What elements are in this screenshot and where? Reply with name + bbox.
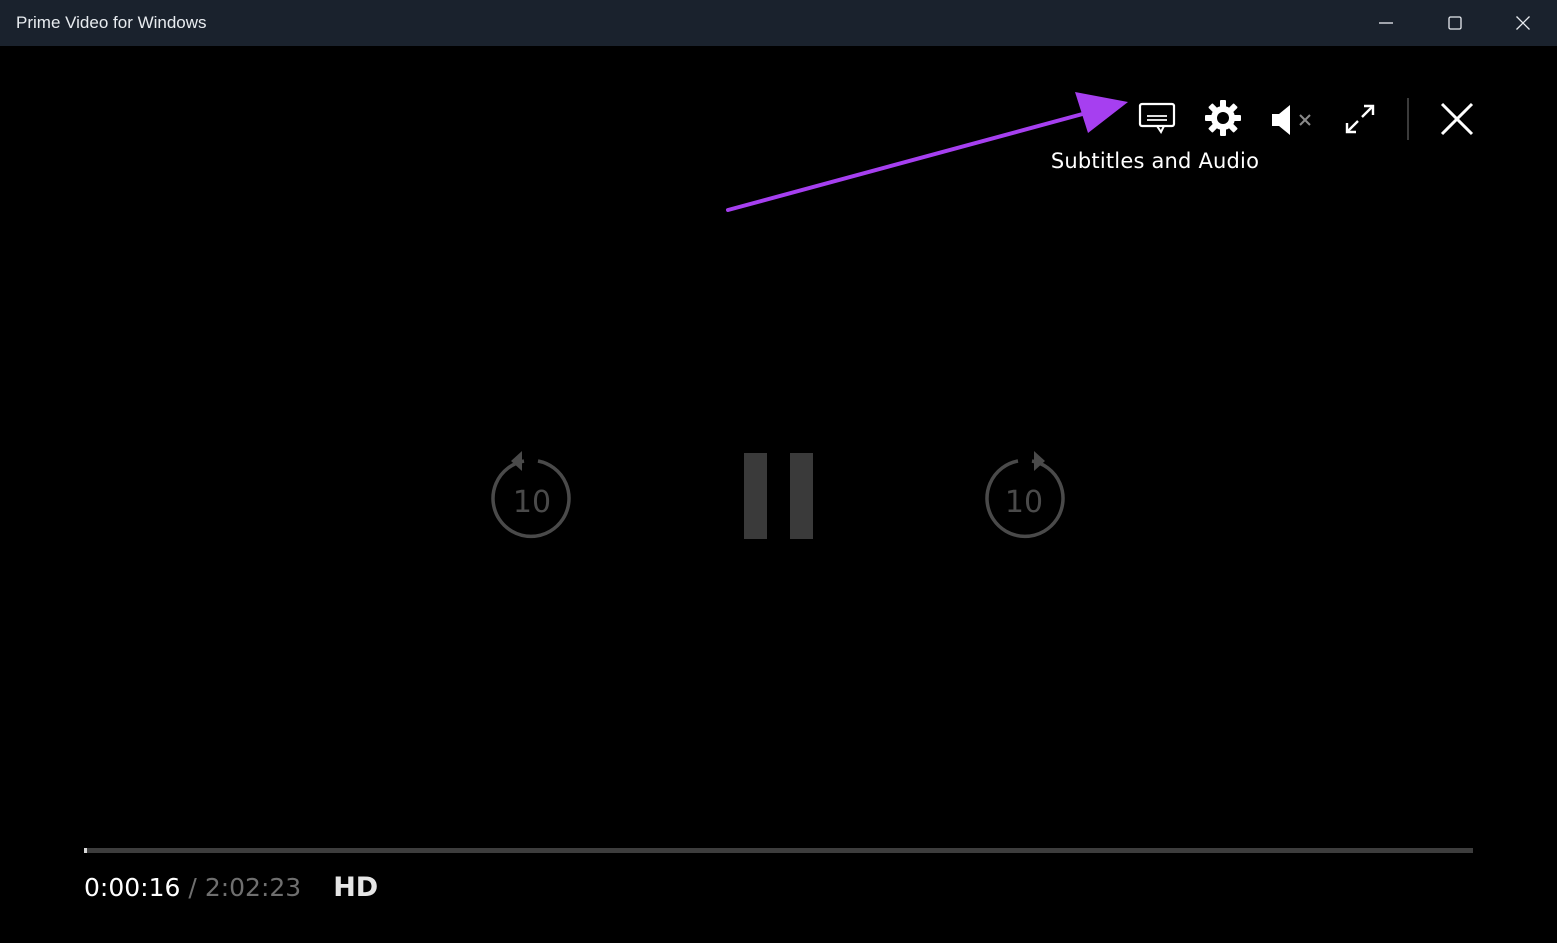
current-time: 0:00:16 [84, 873, 181, 902]
close-window-button[interactable] [1500, 0, 1546, 46]
progress-bar[interactable] [84, 848, 1473, 853]
fullscreen-button[interactable] [1337, 98, 1383, 140]
rewind-label: 10 [513, 485, 551, 520]
forward-label: 10 [1005, 485, 1043, 520]
video-player[interactable]: Subtitles and Audio 10 10 0:00:16 / 2:02… [0, 46, 1557, 943]
maximize-button[interactable] [1432, 0, 1478, 46]
minimize-icon [1379, 22, 1393, 24]
tooltip: Subtitles and Audio [1050, 149, 1260, 173]
exit-player-button[interactable] [1433, 96, 1481, 142]
progress-fill [84, 848, 87, 853]
forward-10-button[interactable]: 10 [979, 449, 1069, 543]
subtitles-icon [1138, 102, 1176, 134]
title-bar: Prime Video for Windows [0, 0, 1557, 46]
quality-badge: HD [333, 872, 379, 903]
pause-icon [744, 453, 813, 539]
time-separator: / [188, 873, 197, 902]
rewind-icon: 10 [491, 451, 571, 539]
gear-icon [1205, 100, 1241, 136]
total-time: 2:02:23 [204, 873, 302, 902]
time-display: 0:00:16 / 2:02:23 HD [84, 872, 378, 904]
maximize-icon [1448, 16, 1462, 30]
app-window: Prime Video for Windows Subtitles and Au… [0, 0, 1557, 943]
mute-button[interactable] [1266, 98, 1318, 142]
window-title: Prime Video for Windows [16, 13, 207, 32]
settings-button[interactable] [1199, 94, 1247, 142]
close-icon [1516, 16, 1530, 30]
expand-icon [1345, 104, 1375, 134]
volume-muted-icon [1272, 105, 1311, 135]
subtitles-button[interactable] [1133, 96, 1181, 140]
forward-icon: 10 [985, 451, 1065, 539]
pause-button[interactable] [733, 446, 825, 546]
minimize-button[interactable] [1363, 0, 1409, 46]
controls-divider [1407, 98, 1409, 140]
close-icon [1440, 102, 1474, 136]
rewind-10-button[interactable]: 10 [487, 449, 577, 543]
